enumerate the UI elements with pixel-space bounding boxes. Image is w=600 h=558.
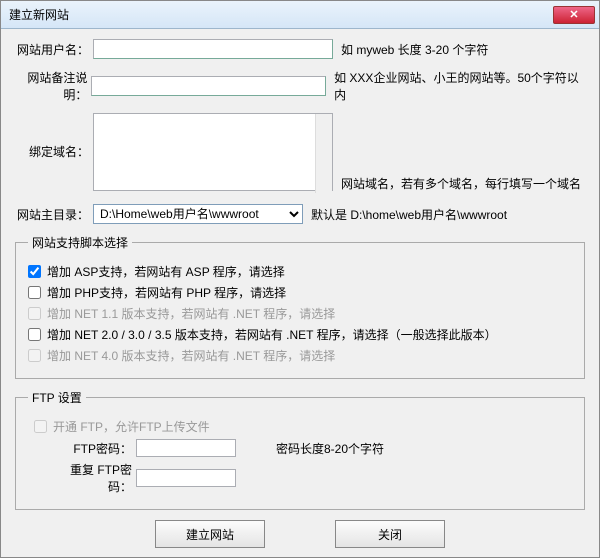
row-domain: 绑定域名： 网站域名，若有多个域名，每行填写一个域名: [15, 113, 585, 194]
scripts-fieldset: 网站支持脚本选择 增加 ASP支持，若网站有 ASP 程序，请选择增加 PHP支…: [15, 234, 585, 379]
script-checkbox: [28, 307, 41, 320]
row-username: 网站用户名： 如 myweb 长度 3-20 个字符: [15, 39, 585, 59]
window-title: 建立新网站: [9, 6, 69, 23]
domain-label: 绑定域名：: [15, 113, 93, 160]
script-checkbox[interactable]: [28, 286, 41, 299]
script-label: 增加 NET 2.0 / 3.0 / 3.5 版本支持，若网站有 .NET 程序…: [47, 326, 497, 343]
script-option-row: 增加 NET 1.1 版本支持，若网站有 .NET 程序，请选择: [28, 305, 572, 322]
script-checkbox[interactable]: [28, 265, 41, 278]
username-input[interactable]: [93, 39, 333, 59]
script-label: 增加 NET 4.0 版本支持，若网站有 .NET 程序，请选择: [47, 347, 335, 364]
script-label: 增加 ASP支持，若网站有 ASP 程序，请选择: [47, 263, 285, 280]
ftp-enable-checkbox: [34, 420, 47, 433]
ftp-password-label: FTP密码：: [48, 440, 136, 457]
ftp-password-hint: 密码长度8-20个字符: [276, 440, 384, 457]
create-button[interactable]: 建立网站: [155, 520, 265, 548]
ftp-password2-row: 重复 FTP密码：: [48, 461, 572, 495]
dialog-window: 建立新网站 ✕ 网站用户名： 如 myweb 长度 3-20 个字符 网站备注说…: [0, 0, 600, 558]
domain-wrap: [93, 113, 333, 194]
button-row: 建立网站 关闭: [15, 520, 585, 548]
ftp-fieldset: FTP 设置 开通 FTP，允许FTP上传文件 FTP密码： 密码长度8-20个…: [15, 389, 585, 510]
remark-label: 网站备注说明：: [15, 69, 91, 103]
domain-hint: 网站域名，若有多个域名，每行填写一个域名: [341, 175, 581, 192]
root-label: 网站主目录：: [15, 206, 93, 223]
row-remark: 网站备注说明： 如 XXX企业网站、小王的网站等。50个字符以内: [15, 69, 585, 103]
close-button[interactable]: 关闭: [335, 520, 445, 548]
root-select[interactable]: D:\Home\web用户名\wwwroot: [93, 204, 303, 224]
ftp-password-input[interactable]: [136, 439, 236, 457]
username-hint: 如 myweb 长度 3-20 个字符: [341, 41, 488, 58]
script-option-row: 增加 NET 2.0 / 3.0 / 3.5 版本支持，若网站有 .NET 程序…: [28, 326, 572, 343]
script-checkbox[interactable]: [28, 328, 41, 341]
row-root: 网站主目录： D:\Home\web用户名\wwwroot 默认是 D:\hom…: [15, 204, 585, 224]
ftp-enable-row: 开通 FTP，允许FTP上传文件: [34, 418, 572, 435]
ftp-password2-input[interactable]: [136, 469, 236, 487]
script-checkbox: [28, 349, 41, 362]
content-area: 网站用户名： 如 myweb 长度 3-20 个字符 网站备注说明： 如 XXX…: [1, 29, 599, 558]
script-option-row: 增加 ASP支持，若网站有 ASP 程序，请选择: [28, 263, 572, 280]
script-option-row: 增加 PHP支持，若网站有 PHP 程序，请选择: [28, 284, 572, 301]
ftp-password2-label: 重复 FTP密码：: [48, 461, 136, 495]
scripts-legend: 网站支持脚本选择: [28, 234, 132, 251]
root-hint: 默认是 D:\home\web用户名\wwwroot: [311, 206, 507, 223]
script-label: 增加 PHP支持，若网站有 PHP 程序，请选择: [47, 284, 286, 301]
script-label: 增加 NET 1.1 版本支持，若网站有 .NET 程序，请选择: [47, 305, 335, 322]
username-label: 网站用户名：: [15, 41, 93, 58]
ftp-legend: FTP 设置: [28, 389, 86, 406]
titlebar: 建立新网站 ✕: [1, 1, 599, 29]
remark-input[interactable]: [91, 76, 326, 96]
ftp-enable-label: 开通 FTP，允许FTP上传文件: [53, 418, 210, 435]
script-option-row: 增加 NET 4.0 版本支持，若网站有 .NET 程序，请选择: [28, 347, 572, 364]
remark-hint: 如 XXX企业网站、小王的网站等。50个字符以内: [334, 69, 585, 103]
ftp-password-row: FTP密码： 密码长度8-20个字符: [48, 439, 572, 457]
close-icon[interactable]: ✕: [553, 6, 595, 24]
domain-textarea[interactable]: [93, 113, 333, 191]
